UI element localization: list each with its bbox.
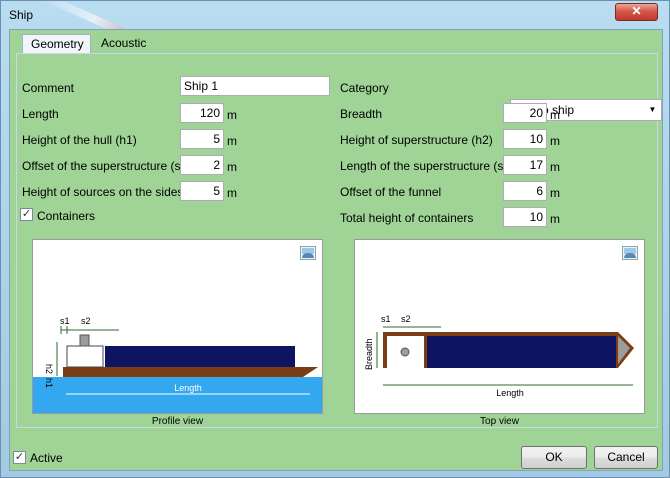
source-height-label: Height of sources on the sides	[22, 185, 184, 199]
containers-height-field[interactable]: 10	[503, 207, 547, 227]
cancel-button[interactable]: Cancel	[594, 446, 658, 469]
containers-checkbox[interactable]: ✓	[20, 208, 33, 221]
funnel	[79, 334, 90, 347]
profile-drawing: s1 s2 h2 h1 Length	[33, 316, 322, 413]
check-icon: ✓	[14, 451, 25, 463]
funnel	[400, 347, 410, 357]
profile-view-caption: Profile view	[151, 416, 204, 427]
category-label: Category	[340, 81, 389, 95]
containers-label: Containers	[37, 209, 96, 223]
chevron-down-icon: ▼	[648, 105, 657, 114]
h2-label: h2	[44, 364, 54, 374]
s2-label: s2	[401, 314, 411, 324]
s1-label: s1	[60, 316, 70, 326]
tab-acoustic[interactable]: Acoustic	[93, 34, 163, 54]
h1-label: h1	[44, 378, 54, 388]
top-view: s1 s2 Breadth Length	[354, 239, 645, 414]
ship-dialog: Ship ✕ Geometry Acoustic Comment Ship 1 …	[0, 0, 670, 478]
superstructure-height-field[interactable]: 10	[503, 129, 547, 149]
source-height-field[interactable]: 5	[180, 181, 224, 201]
top-view-caption: Top view	[480, 416, 519, 427]
length-label: Length	[174, 383, 202, 393]
breadth-field[interactable]: 20	[503, 103, 547, 123]
containers-height-label: Total height of containers	[340, 211, 474, 225]
superstructure-offset-field[interactable]: 2	[180, 155, 224, 175]
geometry-panel: Comment Ship 1 Length 120 m Height of th…	[16, 53, 662, 428]
funnel-offset-label: Offset of the funnel	[340, 185, 442, 199]
active-checkbox[interactable]: ✓	[13, 451, 26, 464]
hull-height-unit: m	[227, 134, 237, 148]
superstructure-length-field[interactable]: 17	[503, 155, 547, 175]
s2-label: s2	[81, 316, 91, 326]
profile-view: s1 s2 h2 h1 Length	[32, 239, 323, 414]
superstructure-length-unit: m	[550, 160, 560, 174]
comment-label: Comment	[22, 81, 75, 95]
breadth-unit: m	[550, 108, 560, 122]
containers-height-unit: m	[550, 212, 560, 226]
funnel-offset-unit: m	[550, 186, 560, 200]
check-icon: ✓	[21, 208, 32, 220]
dialog-body: Geometry Acoustic Comment Ship 1 Length …	[9, 29, 663, 471]
superstructure-length-label: Length of the superstructure (s2)	[340, 159, 515, 173]
length-label: Length	[496, 388, 524, 398]
active-label: Active	[30, 451, 63, 465]
superstructure-height-unit: m	[550, 134, 560, 148]
top-drawing: s1 s2 Breadth Length	[364, 314, 634, 398]
window-title: Ship	[9, 8, 34, 22]
source-height-unit: m	[227, 186, 237, 200]
comment-field[interactable]: Ship 1	[180, 76, 330, 96]
superstructure-offset-label: Offset of the superstructure (s1)	[22, 159, 192, 173]
ok-button[interactable]: OK	[521, 446, 587, 469]
breadth-label: Breadth	[340, 107, 383, 121]
breadth-label: Breadth	[364, 338, 374, 370]
length-field[interactable]: 120	[180, 103, 224, 123]
containers-block	[105, 346, 295, 367]
s1-label: s1	[381, 314, 391, 324]
superstructure-offset-unit: m	[227, 160, 237, 174]
close-icon: ✕	[631, 4, 642, 18]
close-button[interactable]: ✕	[615, 3, 658, 21]
length-unit: m	[227, 108, 237, 122]
tab-geometry[interactable]: Geometry	[22, 34, 91, 54]
funnel-offset-field[interactable]: 6	[503, 181, 547, 201]
containers-block	[427, 336, 616, 368]
hull-height-field[interactable]: 5	[180, 129, 224, 149]
hull	[63, 367, 318, 377]
title-bar-decoration	[37, 1, 224, 29]
hull-height-label: Height of the hull (h1)	[22, 133, 137, 147]
superstructure-height-label: Height of superstructure (h2)	[340, 133, 493, 147]
length-label: Length	[22, 107, 59, 121]
superstructure	[66, 345, 104, 368]
title-bar: Ship ✕	[1, 1, 669, 29]
